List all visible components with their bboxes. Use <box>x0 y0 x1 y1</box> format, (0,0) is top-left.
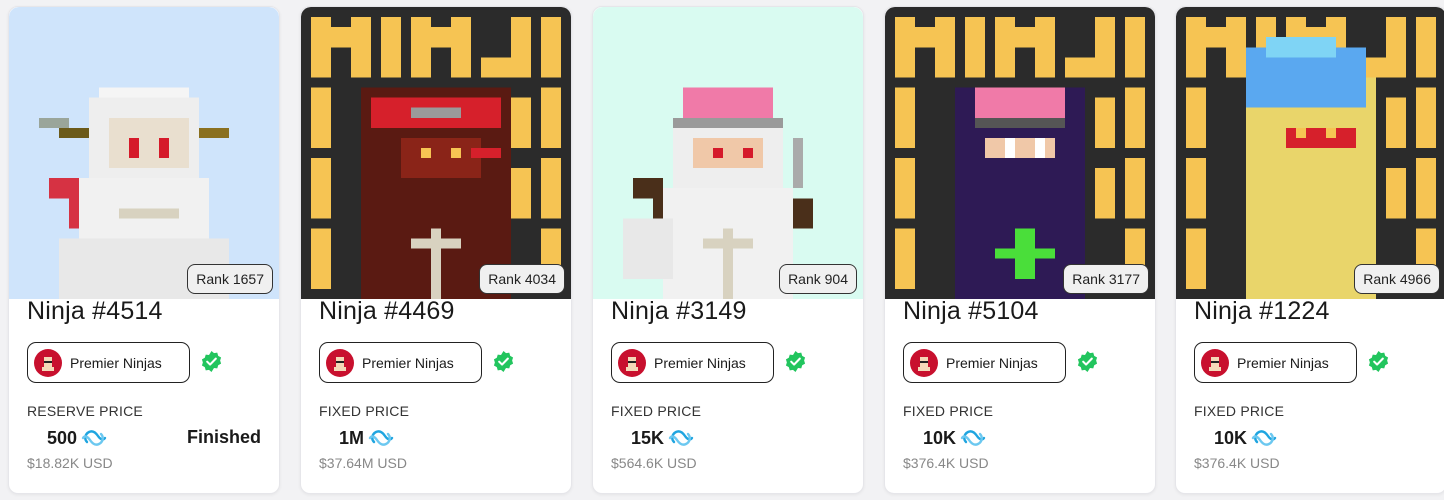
price-label: FIXED PRICE <box>903 403 994 419</box>
nft-artwork[interactable]: Rank 4966 <box>1176 7 1444 299</box>
collection-chip[interactable]: Premier Ninjas <box>611 342 774 383</box>
premier-ninjas-avatar-icon <box>326 348 354 377</box>
injective-coin-icon <box>668 430 694 446</box>
verified-check-icon <box>1077 350 1098 373</box>
price: 500 <box>27 425 107 451</box>
collection-name: Premier Ninjas <box>362 354 454 371</box>
price-amount: 15K <box>631 427 665 448</box>
verified-check-icon <box>785 350 806 373</box>
premier-ninjas-avatar-icon <box>618 348 646 377</box>
rank-badge: Rank 3177 <box>1063 264 1149 294</box>
verified-check-icon <box>493 350 514 373</box>
rank-badge: Rank 904 <box>779 264 857 294</box>
nft-title[interactable]: Ninja #4514 <box>27 297 163 326</box>
price-label: RESERVE PRICE <box>27 403 143 419</box>
price: 15K <box>611 425 694 451</box>
auction-status: Finished <box>186 427 261 447</box>
price-amount: 10K <box>923 427 957 448</box>
price: 1M <box>319 425 394 451</box>
nft-card[interactable]: Rank 4034 Ninja #4469 Premier Ninjas FIX… <box>300 6 572 494</box>
collection-name: Premier Ninjas <box>1237 354 1329 371</box>
price-usd: $18.82K USD <box>27 455 113 471</box>
ninja-pixel-art <box>301 7 571 299</box>
premier-ninjas-avatar-icon <box>910 348 938 377</box>
ninja-pixel-art <box>593 7 863 299</box>
price-usd: $376.4K USD <box>1194 455 1280 471</box>
nft-title[interactable]: Ninja #5104 <box>903 297 1039 326</box>
nft-card[interactable]: Rank 1657 Ninja #4514 Premier Ninjas RES… <box>8 6 280 494</box>
nft-card[interactable]: Rank 4966 Ninja #1224 Premier Ninjas FIX… <box>1175 6 1444 494</box>
collection-chip[interactable]: Premier Ninjas <box>903 342 1066 383</box>
premier-ninjas-avatar-icon <box>34 348 62 377</box>
collection-name: Premier Ninjas <box>654 354 746 371</box>
price-label: FIXED PRICE <box>1194 403 1285 419</box>
price: 10K <box>903 425 986 451</box>
rank-badge: Rank 1657 <box>187 264 273 294</box>
nft-title[interactable]: Ninja #4469 <box>319 297 455 326</box>
price-amount: 500 <box>47 427 78 448</box>
nft-artwork[interactable]: Rank 1657 <box>9 7 279 299</box>
collection-name: Premier Ninjas <box>946 354 1038 371</box>
nft-card[interactable]: Rank 3177 Ninja #5104 Premier Ninjas FIX… <box>884 6 1156 494</box>
nft-title[interactable]: Ninja #3149 <box>611 297 747 326</box>
verified-check-icon <box>1368 350 1389 373</box>
rank-badge: Rank 4034 <box>479 264 565 294</box>
price-usd: $37.64M USD <box>319 455 407 471</box>
ninja-pixel-art <box>1176 7 1444 299</box>
nft-artwork[interactable]: Rank 3177 <box>885 7 1155 299</box>
nft-artwork[interactable]: Rank 904 <box>593 7 863 299</box>
collection-chip[interactable]: Premier Ninjas <box>319 342 482 383</box>
injective-coin-icon <box>368 430 394 446</box>
collection-name: Premier Ninjas <box>70 354 162 371</box>
injective-coin-icon <box>81 430 107 446</box>
price-amount: 1M <box>339 427 365 448</box>
premier-ninjas-avatar-icon <box>1201 348 1229 377</box>
collection-chip[interactable]: Premier Ninjas <box>1194 342 1357 383</box>
price-usd: $564.6K USD <box>611 455 697 471</box>
nft-card-row: Rank 1657 Ninja #4514 Premier Ninjas RES… <box>0 0 1444 500</box>
collection-chip[interactable]: Premier Ninjas <box>27 342 190 383</box>
price-amount: 10K <box>1214 427 1248 448</box>
price-label: FIXED PRICE <box>611 403 702 419</box>
rank-badge: Rank 4966 <box>1354 264 1440 294</box>
ninja-pixel-art <box>9 7 279 299</box>
injective-coin-icon <box>960 430 986 446</box>
price-label: FIXED PRICE <box>319 403 410 419</box>
price-usd: $376.4K USD <box>903 455 989 471</box>
ninja-pixel-art <box>885 7 1155 299</box>
nft-card[interactable]: Rank 904 Ninja #3149 Premier Ninjas FIXE… <box>592 6 864 494</box>
price: 10K <box>1194 425 1277 451</box>
nft-artwork[interactable]: Rank 4034 <box>301 7 571 299</box>
injective-coin-icon <box>1251 430 1277 446</box>
verified-check-icon <box>201 350 222 373</box>
nft-title[interactable]: Ninja #1224 <box>1194 297 1330 326</box>
